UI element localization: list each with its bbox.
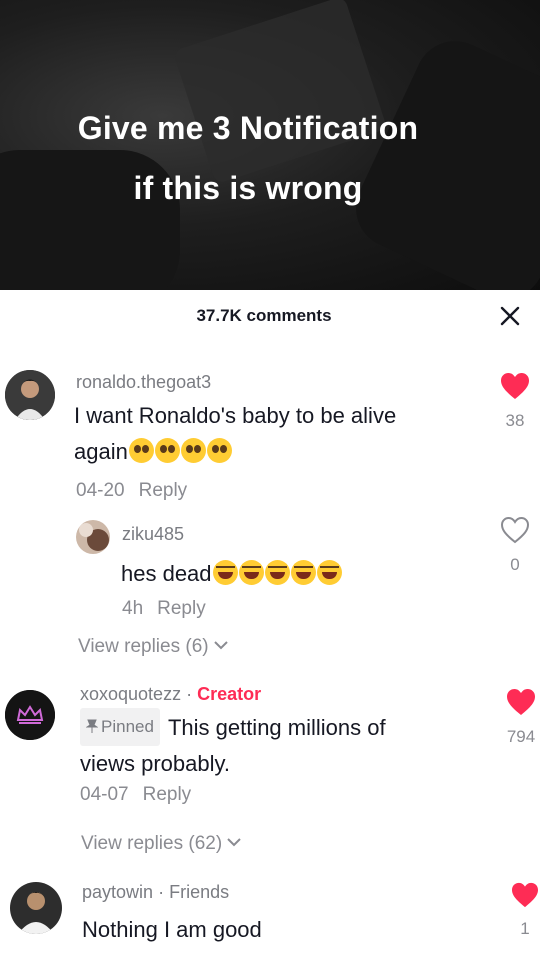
- tears-of-joy-icon: [212, 560, 238, 585]
- like-count: 794: [506, 727, 536, 746]
- video-background-shape: [342, 28, 540, 290]
- view-replies-button[interactable]: View replies (62): [81, 833, 242, 855]
- video-preview[interactable]: Give me 3 Notification if this is wrong: [0, 0, 540, 290]
- pin-icon: [85, 719, 99, 733]
- heart-filled-icon: [512, 882, 538, 908]
- reply-button[interactable]: Reply: [139, 480, 188, 501]
- avatar[interactable]: [5, 690, 55, 740]
- separator-dot: ·: [186, 684, 193, 704]
- video-caption-line2: if this is wrong: [133, 170, 363, 206]
- avatar-image: [10, 882, 62, 934]
- creator-badge: Creator: [197, 684, 262, 704]
- reply-text-content: hes dead: [121, 561, 212, 586]
- reply-button[interactable]: Reply: [157, 598, 206, 619]
- pinned-badge: Pinned: [80, 708, 160, 746]
- heart-filled-icon: [501, 373, 529, 399]
- comment-username[interactable]: paytowin: [82, 882, 153, 902]
- like-button[interactable]: 794: [501, 688, 540, 747]
- comment-text: Nothing I am good: [82, 917, 262, 942]
- view-replies-button[interactable]: View replies (6): [78, 636, 228, 658]
- like-count: 0: [510, 555, 520, 574]
- tears-of-joy-icon: [316, 560, 342, 585]
- comment-username-row: paytowin · Friends: [82, 882, 229, 903]
- like-count: 1: [520, 919, 530, 938]
- comment-date: 04-07: [80, 784, 129, 805]
- pinned-label: Pinned: [101, 717, 154, 736]
- avatar[interactable]: [10, 882, 62, 934]
- close-icon: [500, 306, 520, 326]
- separator-dot: ·: [158, 882, 165, 902]
- pleading-face-icon: [180, 438, 206, 463]
- pleading-face-icon: [154, 438, 180, 463]
- comments-sheet: 37.7K comments ronaldo.thegoat3 I want R…: [0, 290, 540, 960]
- heart-filled-icon: [507, 689, 535, 715]
- comment-text-line1: This getting millions of: [167, 715, 386, 740]
- comment-date: 04-20: [76, 480, 125, 501]
- crown-logo-icon: [5, 690, 55, 740]
- avatar-image: [5, 370, 55, 420]
- friends-badge: Friends: [169, 882, 230, 902]
- reply-meta: 4h Reply: [122, 598, 206, 620]
- video-caption-line1: Give me 3 Notification: [77, 110, 419, 146]
- comment-text-line1: I want Ronaldo's baby to be alive: [74, 403, 397, 428]
- comment-username[interactable]: xoxoquotezz: [80, 684, 181, 704]
- chevron-down-icon: [227, 838, 242, 847]
- view-replies-label: View replies (6): [78, 636, 209, 657]
- pleading-face-icon: [206, 438, 232, 463]
- pleading-face-icon: [128, 438, 154, 463]
- heart-outline-icon: [500, 516, 530, 544]
- comment-meta: 04-07 Reply: [80, 784, 191, 806]
- comment-username[interactable]: ronaldo.thegoat3: [76, 372, 211, 393]
- avatar-image: [76, 520, 110, 554]
- avatar[interactable]: [76, 520, 110, 554]
- tears-of-joy-icon: [264, 560, 290, 585]
- avatar[interactable]: [5, 370, 55, 420]
- like-button[interactable]: 38: [495, 372, 535, 431]
- like-button[interactable]: 1: [505, 882, 540, 939]
- view-replies-label: View replies (62): [81, 833, 223, 854]
- video-background-shape: [172, 0, 388, 185]
- tears-of-joy-icon: [238, 560, 264, 585]
- reply-button[interactable]: Reply: [143, 784, 192, 805]
- like-count: 38: [505, 411, 525, 430]
- comment-text-line2: views probably.: [80, 751, 230, 776]
- comment-meta: 04-20 Reply: [76, 480, 187, 502]
- reply-date: 4h: [122, 598, 144, 619]
- reply-username[interactable]: ziku485: [122, 524, 184, 545]
- comments-count: 37.7K comments: [196, 306, 332, 325]
- chevron-down-icon: [214, 641, 228, 650]
- like-button[interactable]: 0: [495, 516, 535, 575]
- comment-username-row: xoxoquotezz · Creator: [80, 684, 261, 705]
- reply-text: hes dead: [121, 556, 342, 592]
- comment-text: I want Ronaldo's baby to be alive again: [74, 398, 396, 470]
- comment-text: Pinned This getting millions of views pro…: [80, 708, 386, 782]
- close-button[interactable]: [492, 298, 528, 334]
- comment-text-line2: again: [74, 439, 128, 464]
- tears-of-joy-icon: [290, 560, 316, 585]
